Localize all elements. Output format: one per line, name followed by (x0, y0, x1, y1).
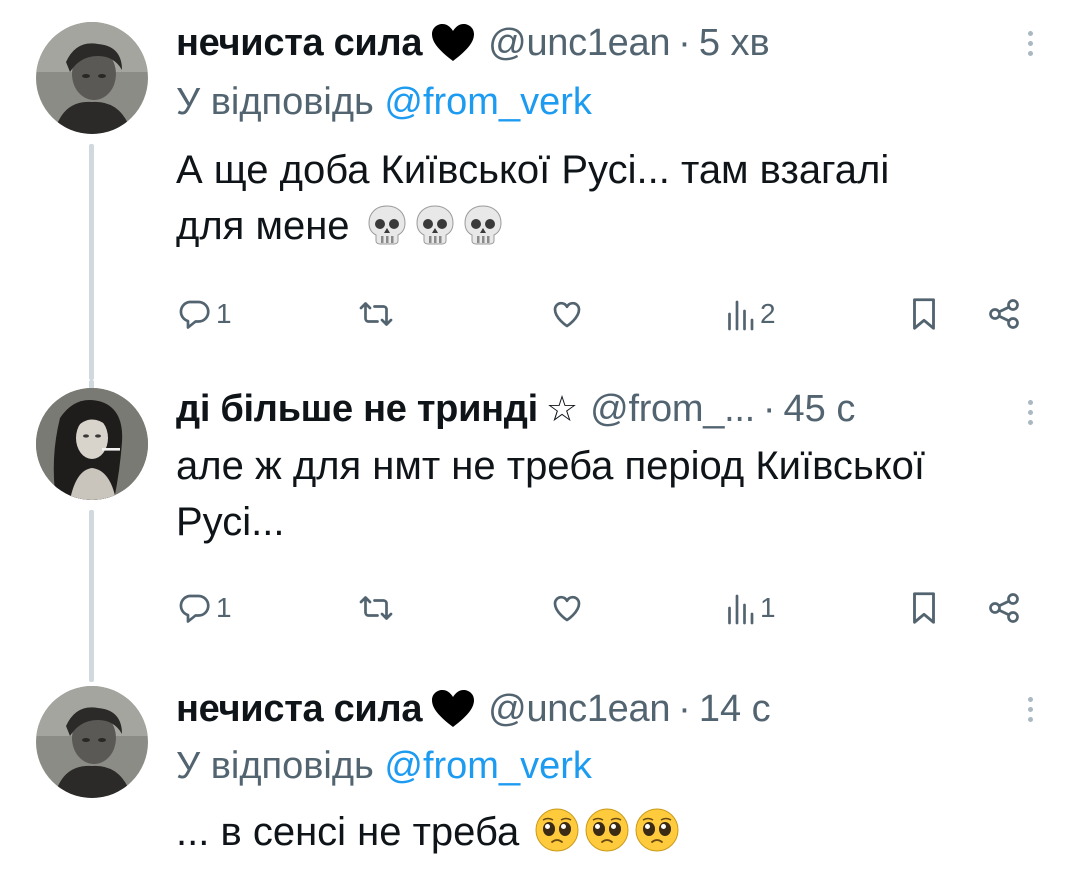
more-options-icon[interactable] (1020, 392, 1040, 432)
share-icon (989, 593, 1019, 623)
avatar[interactable] (36, 388, 148, 500)
more-options-icon[interactable] (1020, 23, 1040, 63)
bookmark-icon (913, 298, 935, 330)
reply-button[interactable]: 1 (176, 292, 232, 336)
retweet-button[interactable] (356, 292, 396, 336)
share-button[interactable] (986, 586, 1022, 630)
tweet[interactable]: ді більше не триндi ☆ @from_... · 45 с а… (0, 380, 1080, 682)
share-icon (989, 299, 1019, 329)
tweet-header: ді більше не триндi ☆ @from_... · 45 с (176, 384, 1040, 434)
skull-icon (365, 203, 409, 262)
views-button[interactable]: 2 (724, 292, 776, 336)
tweet-header: нечиста сила @unc1ean · 5 хв (176, 18, 1040, 68)
reply-context: У відповідь @from_verk (176, 76, 1040, 128)
tweet[interactable]: нечиста сила @unc1ean · 5 хв У відповідь… (0, 18, 1080, 380)
bookmark-button[interactable] (908, 586, 940, 630)
skull-icon (461, 203, 505, 262)
reply-icon (179, 300, 210, 329)
tweet-text: але ж для нмт не треба період Київської … (176, 444, 926, 544)
tweet[interactable]: нечиста сила @unc1ean · 14 с У відповідь… (0, 684, 1080, 879)
display-name[interactable]: нечиста сила (176, 684, 422, 734)
black-heart-icon (430, 689, 476, 729)
pleading-face-icon (534, 807, 580, 868)
star-outline-icon: ☆ (545, 388, 579, 429)
separator: · (678, 688, 691, 730)
reply-context: У відповідь @from_verk (176, 740, 1040, 792)
tweet-text: ... в сенсі не треба (176, 804, 1040, 868)
handle[interactable]: @unc1ean (488, 18, 670, 68)
bookmark-button[interactable] (908, 292, 940, 336)
share-button[interactable] (986, 292, 1022, 336)
handle[interactable]: @from_... (590, 384, 755, 434)
view-count: 2 (760, 298, 776, 329)
retweet-button[interactable] (356, 586, 396, 630)
timestamp[interactable]: 5 хв (699, 18, 770, 68)
separator: · (678, 22, 691, 64)
reply-button[interactable]: 1 (176, 586, 232, 630)
tweet-actions: 1 1 (176, 586, 1040, 630)
reply-mention-link[interactable]: @from_verk (384, 745, 592, 787)
reply-thread: нечиста сила @unc1ean · 5 хв У відповідь… (0, 0, 1080, 879)
thread-line (89, 510, 94, 682)
like-button[interactable] (548, 586, 586, 630)
avatar[interactable] (36, 22, 148, 134)
heart-outline-icon (553, 301, 581, 328)
reply-prefix: У відповідь (176, 81, 374, 123)
views-button[interactable]: 1 (724, 586, 776, 630)
tweet-actions: 1 2 (176, 292, 1040, 336)
tweet-header: нечиста сила @unc1ean · 14 с (176, 684, 1040, 734)
tweet-text-content: А ще доба Київської Русі... там взагалі … (176, 148, 890, 248)
black-heart-icon (430, 23, 476, 63)
timestamp[interactable]: 45 с (784, 384, 856, 434)
reply-count: 1 (216, 298, 232, 329)
separator: · (762, 388, 776, 430)
bookmark-icon (913, 592, 935, 624)
heart-outline-icon (553, 595, 581, 622)
reply-prefix: У відповідь (176, 745, 374, 787)
reply-icon (179, 594, 210, 623)
avatar[interactable] (36, 686, 148, 798)
pleading-face-icon (584, 807, 630, 868)
thread-line (89, 144, 94, 380)
display-name[interactable]: нечиста сила (176, 18, 422, 68)
skull-icon (413, 203, 457, 262)
analytics-icon (728, 300, 754, 331)
tweet-text: А ще доба Київської Русі... там взагалі … (176, 142, 1040, 262)
handle[interactable]: @unc1ean (488, 684, 670, 734)
retweet-icon (359, 302, 393, 326)
pleading-face-icon (634, 807, 680, 868)
retweet-icon (359, 596, 393, 620)
timestamp[interactable]: 14 с (699, 684, 771, 734)
analytics-icon (728, 594, 754, 625)
more-options-icon[interactable] (1020, 689, 1040, 729)
reply-mention-link[interactable]: @from_verk (384, 81, 592, 123)
tweet-text-content: ... в сенсі не треба (176, 810, 531, 854)
like-button[interactable] (548, 292, 586, 336)
display-name[interactable]: ді більше не триндi (176, 384, 538, 434)
reply-count: 1 (216, 592, 232, 623)
view-count: 1 (760, 592, 776, 623)
